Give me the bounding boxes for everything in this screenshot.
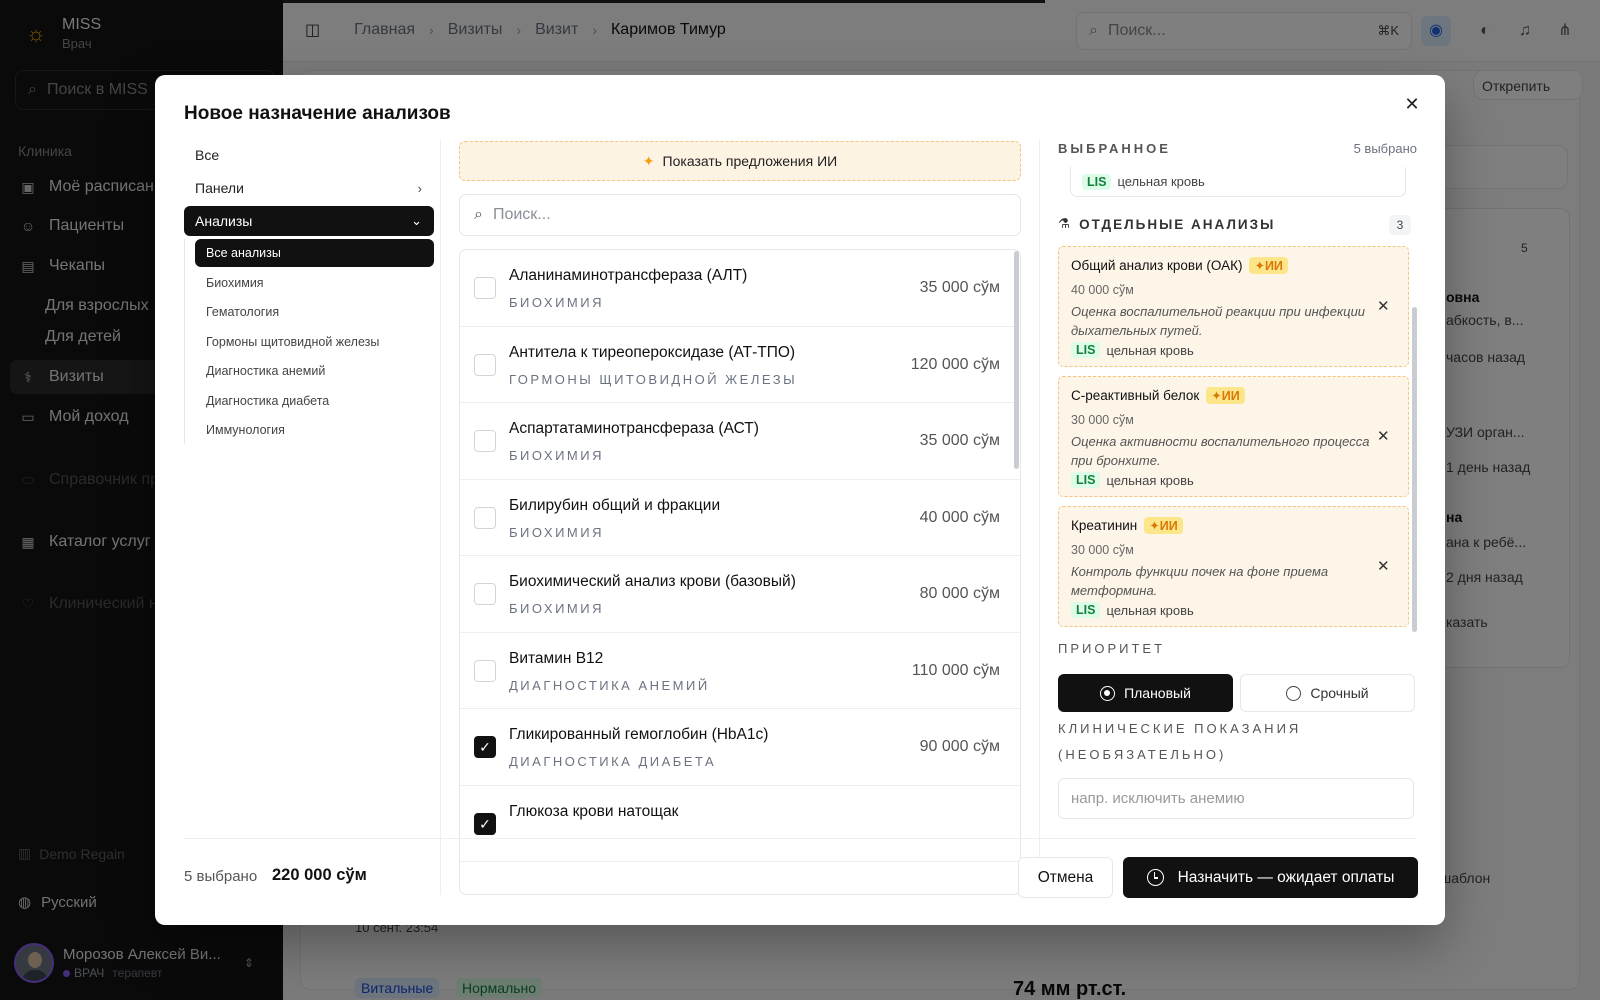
checkbox-checked[interactable]: ✓ [474, 812, 496, 835]
selected-test-card: C-реактивный белок ✦ИИ 30 000 сўм Оценка … [1058, 376, 1409, 497]
footer-selected-count: 5 выбрано [184, 868, 258, 885]
chevron-down-icon: ⌄ [411, 213, 422, 228]
subcategory-immunology[interactable]: Иммунология [195, 416, 434, 444]
selected-heading: ВЫБРАННОЕ [1058, 141, 1171, 156]
test-row[interactable]: Аланинаминотрансфераза (АЛТ) БИОХИМИЯ 35 0… [460, 250, 1020, 327]
individual-tests-heading: ⚗ ОТДЕЛЬНЫЕ АНАЛИЗЫ [1058, 216, 1276, 232]
sparkles-icon: ✦ [642, 152, 655, 169]
remove-icon[interactable]: ✕ [1377, 297, 1390, 315]
test-row[interactable]: ✓ Гликированный гемоглобин (HbA1c) ДИАГНОС… [460, 709, 1020, 786]
checkbox[interactable] [474, 583, 496, 605]
checkbox[interactable] [474, 277, 496, 299]
test-row[interactable]: Билирубин общий и фракции БИОХИМИЯ 40 000 … [460, 480, 1020, 556]
checkbox[interactable] [474, 659, 496, 682]
assign-button[interactable]: Назначить — ожидает оплаты [1123, 857, 1418, 898]
modal-title: Новое назначение анализов [184, 103, 451, 124]
test-row[interactable]: ✓ Глюкоза крови натощак [460, 786, 1020, 862]
lis-badge: LIS [1082, 173, 1112, 190]
new-lab-order-modal: Новое назначение анализов ✕ Все Панели › … [155, 75, 1445, 925]
divider [440, 140, 441, 895]
selected-count: 5 выбрано [1353, 141, 1417, 156]
ai-badge: ✦ИИ [1144, 517, 1183, 534]
footer-divider [184, 838, 1416, 839]
subcategory-diabetes[interactable]: Диагностика диабета [195, 387, 434, 415]
ai-suggestions-button[interactable]: ✦ Показать предложения ИИ [459, 141, 1021, 181]
test-row[interactable]: Витамин B12 ДИАГНОСТИКА АНЕМИЙ 110 000 сўм [460, 633, 1020, 709]
category-nav: Все Панели › Анализы ⌄ Все анализы Биохими… [184, 140, 434, 446]
test-row[interactable]: Антитела к тиреопероксидазе (АТ-ТПО) ГОРМ… [460, 327, 1020, 403]
list-scrollbar[interactable] [1014, 251, 1019, 469]
ai-badge: ✦ИИ [1206, 387, 1245, 404]
search-icon: ⌕ [474, 206, 483, 223]
checkbox[interactable] [474, 430, 496, 452]
category-panels[interactable]: Панели › [184, 173, 434, 203]
subcategory-list: Все анализы Биохимия Гематология Гормоны… [184, 239, 434, 444]
priority-urgent-button[interactable]: Срочный [1240, 674, 1415, 712]
lis-badge: LIS [1071, 342, 1101, 358]
priority-heading: ПРИОРИТЕТ [1058, 641, 1166, 656]
remove-icon[interactable]: ✕ [1377, 557, 1390, 575]
clock-icon [1146, 869, 1164, 886]
cancel-button[interactable]: Отмена [1018, 857, 1113, 898]
ai-badge: ✦ИИ [1249, 257, 1288, 274]
category-analyses[interactable]: Анализы ⌄ [184, 206, 434, 236]
category-all[interactable]: Все [184, 140, 434, 170]
radio-selected-icon [1100, 685, 1116, 701]
subcategory-hematology[interactable]: Гематология [195, 298, 434, 326]
radio-icon [1286, 685, 1302, 701]
clinical-indications-input[interactable] [1058, 778, 1414, 819]
subcategory-biochemistry[interactable]: Биохимия [195, 269, 434, 297]
checkbox[interactable] [474, 506, 496, 529]
chevron-right-icon: › [417, 180, 422, 196]
test-row[interactable]: Биохимический анализ крови (базовый) БИОХ… [460, 556, 1020, 633]
lis-badge: LIS [1071, 602, 1101, 618]
subcategory-all-analyses[interactable]: Все анализы [195, 239, 434, 267]
subcategory-anemia[interactable]: Диагностика анемий [195, 357, 434, 385]
selected-test-card: Креатинин ✦ИИ 30 000 сўм Контроль функции… [1058, 506, 1409, 627]
checkbox-checked[interactable]: ✓ [474, 736, 496, 758]
selected-test-card: Общий анализ крови (ОАК) ✦ИИ 40 000 сўм О… [1058, 246, 1409, 367]
remove-icon[interactable]: ✕ [1377, 427, 1390, 445]
test-list: Аланинаминотрансфераза (АЛТ) БИОХИМИЯ 35 0… [459, 249, 1021, 895]
priority-planned-button[interactable]: Плановый [1058, 674, 1233, 712]
test-search-input[interactable]: ⌕ Поиск... [459, 194, 1021, 236]
subcategory-thyroid[interactable]: Гормоны щитовидной железы [195, 328, 434, 356]
divider [1039, 140, 1040, 895]
lis-badge: LIS [1071, 472, 1101, 488]
footer-total: 220 000 сўм [272, 866, 367, 884]
individual-tests-count: 3 [1389, 215, 1411, 235]
selected-scrollbar[interactable] [1412, 307, 1417, 632]
close-icon[interactable]: ✕ [1399, 91, 1425, 117]
checkbox[interactable] [474, 353, 496, 376]
flask-icon: ⚗ [1058, 216, 1073, 231]
test-row[interactable]: Аспартатаминотрансфераза (АСТ) БИОХИМИЯ 35… [460, 403, 1020, 480]
clinical-indications-heading: КЛИНИЧЕСКИЕ ПОКАЗАНИЯ (НЕОБЯЗАТЕЛЬНО) [1058, 721, 1302, 762]
previous-panel-card: LIS цельная кровь [1070, 167, 1406, 197]
